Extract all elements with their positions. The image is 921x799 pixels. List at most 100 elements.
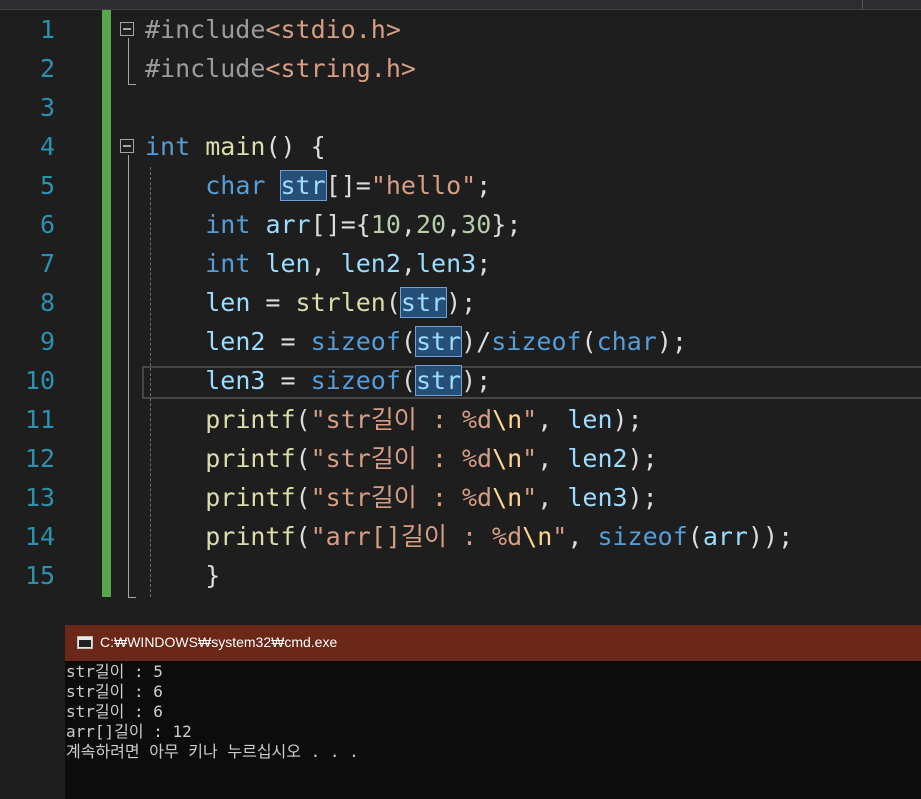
highlighted-token: str [279,170,327,201]
highlighted-token: str [399,287,448,318]
code-token: ); [612,405,643,434]
console-output-line: 계속하려면 아무 키나 누르십시오 . . . [66,742,359,761]
console-title-bar[interactable]: C:₩WINDOWS₩system32₩cmd.exe [65,625,921,661]
line-number: 12 [24,444,55,473]
code-line[interactable]: 6 int arr[]={10,20,30}; [0,205,921,244]
line-number: 5 [39,171,55,200]
line-number: 6 [39,210,55,239]
console-window[interactable]: C:₩WINDOWS₩system32₩cmd.exe str길이 : 5 str… [65,625,921,799]
console-output: str길이 : 5 str길이 : 6 str길이 : 6 arr[]길이 : 12 계… [66,662,359,762]
code-text[interactable]: int len, len2,len3; [145,244,491,283]
code-line[interactable]: 2 #include<string.h> [0,49,921,88]
code-token: #include [145,15,266,44]
code-line[interactable]: 5 char str[]="hello"; [0,166,921,205]
code-line[interactable]: 10 len3 = sizeof(str); [0,361,921,400]
code-token: arr [702,522,748,551]
code-token: 10 [370,210,401,239]
code-line[interactable]: 13 printf("str길이 : %d\n", len3); [0,478,921,517]
code-line[interactable]: 14 printf("arr[]길이 : %d\n", sizeof(arr))… [0,517,921,556]
code-text[interactable]: len3 = sizeof(str); [145,361,491,400]
tab-strip [0,0,921,10]
code-token: 30 [461,210,492,239]
line-number: 7 [39,249,55,278]
code-token: int [145,132,191,161]
code-token: ); [627,483,658,512]
code-token: \n [492,444,523,473]
code-token: = [250,288,296,317]
code-token: = [265,366,311,395]
code-token: arr [265,210,311,239]
code-text[interactable]: #include<string.h> [145,49,416,88]
code-line[interactable]: 4 int main() { [0,127,921,166]
code-token: ); [627,444,658,473]
line-number: 2 [39,54,55,83]
line-number: 15 [24,561,55,590]
tab-separator [862,0,863,9]
fold-end-tick [128,597,136,598]
code-token: ); [656,327,687,356]
code-token: len2 [340,249,401,278]
code-token: , [400,210,416,239]
code-text[interactable]: int main() { [145,127,326,166]
code-text[interactable]: printf("str길이 : %d\n", len); [145,400,643,439]
code-text[interactable]: printf("str길이 : %d\n", len3); [145,478,658,517]
code-token: printf [205,444,296,473]
code-text[interactable]: int arr[]={10,20,30}; [145,205,521,244]
code-text[interactable]: len2 = sizeof(str)/sizeof(char); [145,322,687,361]
code-line[interactable]: 15 } [0,556,921,595]
code-token: main [205,132,266,161]
code-text[interactable]: #include<stdio.h> [145,10,401,49]
line-number: 14 [24,522,55,551]
line-number: 9 [39,327,55,356]
code-token: " [522,405,538,434]
console-output-line: str길이 : 6 [66,682,163,701]
code-editor[interactable]: 1 #include<stdio.h> 2 #include<string.h> 3 4 i… [0,10,921,625]
code-token: }; [491,210,522,239]
code-token: , [567,522,598,551]
code-token: len3 [415,249,477,278]
code-line[interactable]: 11 printf("str길이 : %d\n", len); [0,400,921,439]
code-token: ); [461,366,492,395]
console-title: C:₩WINDOWS₩system32₩cmd.exe [100,634,338,650]
code-token: "str길이 : %d [310,405,493,434]
code-line[interactable]: 3 [0,88,921,127]
line-number: 11 [24,405,55,434]
code-text[interactable]: } [145,556,220,595]
code-text[interactable]: char str[]="hello"; [145,166,491,205]
code-token: ; [476,249,492,278]
code-line[interactable]: 1 #include<stdio.h> [0,10,921,49]
code-token: , [537,483,568,512]
code-token: ; [476,171,492,200]
code-token: \n [492,405,523,434]
code-text[interactable]: len = strlen(str); [145,283,476,322]
code-token: len2 [567,444,628,473]
code-token: len [567,405,613,434]
code-text[interactable]: printf("arr[]길이 : %d\n", sizeof(arr)); [145,517,793,556]
code-token: sizeof [310,327,401,356]
code-token: , [537,444,568,473]
code-token: len3 [567,483,628,512]
code-token: printf [205,522,296,551]
code-line[interactable]: 12 printf("str길이 : %d\n", len2); [0,439,921,478]
code-line[interactable]: 7 int len, len2,len3; [0,244,921,283]
code-token: int [205,249,251,278]
code-token: strlen [295,288,386,317]
code-line[interactable]: 8 len = strlen(str); [0,283,921,322]
code-token: () { [265,132,326,161]
code-token: "str길이 : %d [310,444,493,473]
code-token: char [205,171,266,200]
code-text[interactable]: printf("str길이 : %d\n", len2); [145,439,658,478]
code-token: len [265,249,311,278]
code-token: "hello" [370,171,477,200]
code-line[interactable]: 9 len2 = sizeof(str)/sizeof(char); [0,322,921,361]
code-token: len [205,288,251,317]
console-output-line: arr[]길이 : 12 [66,722,192,741]
